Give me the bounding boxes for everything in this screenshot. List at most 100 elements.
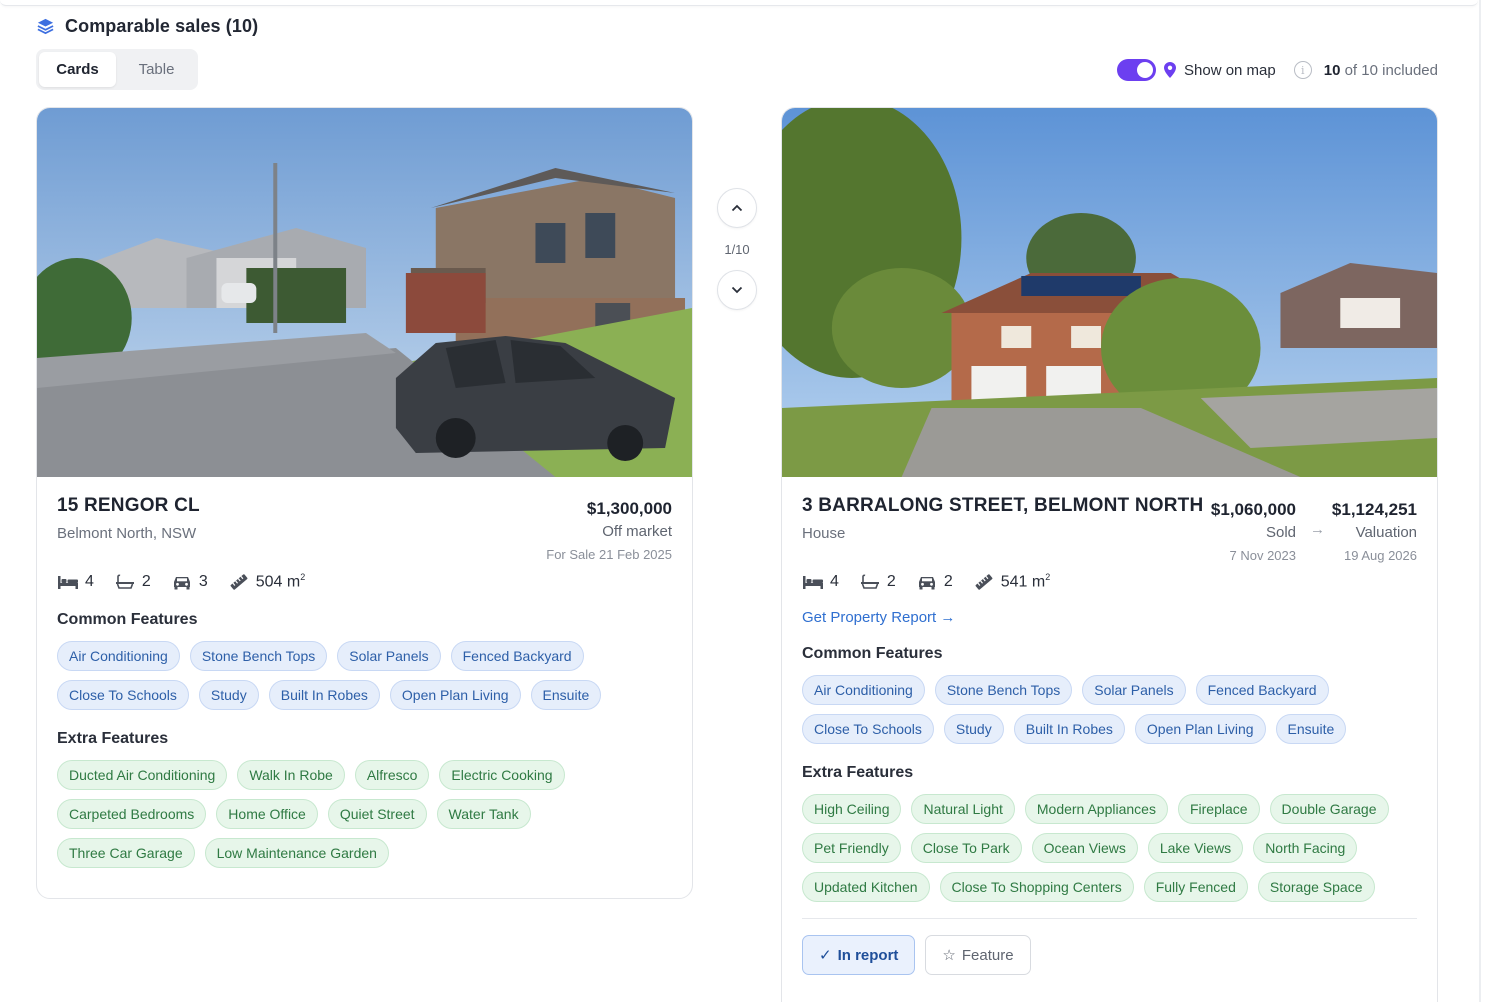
stat-beds: 4: [57, 573, 94, 591]
land-size-value: 504 m: [255, 573, 301, 591]
sale-status: Off market: [602, 523, 672, 540]
property-stats: 4 2 2 541 m2: [802, 571, 1417, 593]
page-title: Comparable sales (10): [65, 15, 259, 36]
extra-feature-chip: Home Office: [216, 799, 318, 829]
extra-feature-chip: Natural Light: [911, 794, 1015, 824]
feature-chip: Built In Robes: [268, 680, 380, 710]
feature-chip: Close To Schools: [57, 680, 189, 710]
valuation-price: $1,124,251: [1331, 500, 1417, 519]
feature-chip: Air Conditioning: [57, 641, 180, 671]
property-card[interactable]: 3 BARRALONG STREET, BELMONT NORTH House …: [781, 107, 1438, 1002]
feature-chip: Study: [198, 680, 259, 710]
ruler-icon: [975, 574, 993, 590]
extra-feature-chip: Ocean Views: [1031, 833, 1138, 863]
show-on-map-toggle[interactable]: [1117, 59, 1156, 81]
extra-feature-chip: Modern Appliances: [1024, 794, 1168, 824]
feature-chip: Open Plan Living: [1134, 714, 1266, 744]
view-toggle: Cards Table: [36, 49, 198, 90]
cars-count: 2: [943, 573, 953, 590]
get-property-report-link[interactable]: Get Property Report →: [802, 609, 955, 626]
card-actions: ✓ In report ☆ Feature: [802, 935, 1417, 975]
extra-feature-chip: Double Garage: [1269, 794, 1389, 824]
extra-feature-chip: North Facing: [1253, 833, 1358, 863]
pager-counter: 1/10: [724, 242, 750, 257]
extra-features-title: Extra Features: [802, 764, 914, 781]
extra-feature-chip: Fully Fenced: [1143, 872, 1248, 902]
feature-chip: Close To Schools: [802, 714, 934, 744]
bed-icon: [803, 576, 823, 589]
in-report-label: In report: [837, 946, 899, 964]
feature-chip: Solar Panels: [1082, 675, 1186, 705]
cars-count: 3: [198, 573, 208, 590]
extra-feature-chip: Pet Friendly: [802, 833, 901, 863]
bath-icon: [115, 574, 134, 589]
card-body: 15 RENGOR CL Belmont North, NSW $1,300,0…: [37, 477, 692, 868]
tab-table[interactable]: Table: [118, 52, 195, 87]
feature-chip: Fenced Backyard: [450, 641, 584, 671]
feature-button[interactable]: ☆ Feature: [925, 935, 1031, 975]
car-icon: [173, 577, 190, 590]
card-body: 3 BARRALONG STREET, BELMONT NORTH House …: [782, 477, 1437, 975]
scroll-edge: [1479, 0, 1481, 1002]
baths-count: 2: [886, 573, 896, 590]
map-controls: Show on map i 10 of 10 included: [1117, 58, 1438, 82]
common-features-title: Common Features: [57, 611, 198, 628]
tab-cards[interactable]: Cards: [39, 52, 116, 87]
common-features-list: Air Conditioning Stone Bench Tops Solar …: [57, 641, 672, 710]
beds-count: 4: [85, 573, 94, 590]
feature-chip: Solar Panels: [337, 641, 441, 671]
chevron-up-icon: [731, 204, 743, 212]
stat-cars: 2: [916, 573, 953, 591]
extra-feature-chip: Low Maintenance Garden: [204, 838, 389, 868]
common-features-list: Air Conditioning Stone Bench Tops Solar …: [802, 675, 1417, 744]
property-photo: [37, 108, 692, 477]
extra-feature-chip: Lake Views: [1147, 833, 1244, 863]
included-count: 10 of 10 included: [1324, 62, 1438, 79]
stat-land: 504 m2: [228, 572, 305, 591]
feature-chip: Ensuite: [530, 680, 602, 710]
sale-date: 7 Nov 2023: [1229, 548, 1297, 563]
sold-price: $1,060,000: [1210, 500, 1296, 519]
layers-icon: [37, 18, 54, 34]
show-on-map-label[interactable]: Show on map: [1184, 62, 1276, 79]
extra-feature-chip: Storage Space: [1257, 872, 1375, 902]
actions-divider: [802, 918, 1417, 919]
next-button[interactable]: [717, 270, 757, 310]
land-size-value: 541 m: [1000, 573, 1046, 591]
feature-chip: Stone Bench Tops: [189, 641, 328, 671]
land-size: 504 m2: [256, 572, 305, 591]
extra-feature-chip: Fireplace: [1177, 794, 1260, 824]
extra-feature-chip: Water Tank: [436, 799, 531, 829]
feature-chip: Study: [943, 714, 1004, 744]
feature-chip: Built In Robes: [1013, 714, 1125, 744]
feature-chip: Stone Bench Tops: [934, 675, 1073, 705]
baths-count: 2: [141, 573, 151, 590]
car-icon: [918, 577, 935, 590]
land-size-unit-sup: 2: [300, 572, 306, 583]
property-address[interactable]: 3 BARRALONG STREET, BELMONT NORTH: [802, 495, 1417, 517]
feature-chip: Open Plan Living: [389, 680, 521, 710]
feature-chip: Air Conditioning: [802, 675, 925, 705]
previous-button[interactable]: [717, 188, 757, 228]
property-price: $1,300,000: [586, 499, 672, 518]
info-icon[interactable]: i: [1293, 61, 1312, 79]
feature-label: Feature: [961, 946, 1014, 964]
ruler-icon: [230, 574, 248, 590]
stat-baths: 2: [859, 573, 896, 591]
stat-beds: 4: [802, 573, 839, 591]
sale-status: Sold: [1265, 524, 1296, 541]
property-card[interactable]: 15 RENGOR CL Belmont North, NSW $1,300,0…: [36, 107, 693, 899]
extra-features-title: Extra Features: [57, 730, 169, 747]
stat-land: 541 m2: [973, 572, 1050, 591]
property-photo: [782, 108, 1437, 477]
sold-price-block: $1,060,000 Sold 7 Nov 2023: [1211, 500, 1296, 563]
in-report-button[interactable]: ✓ In report: [802, 935, 916, 975]
valuation-label: Valuation: [1355, 524, 1417, 541]
bed-icon: [58, 576, 78, 589]
land-size: 541 m2: [1001, 572, 1050, 591]
bath-icon: [860, 574, 879, 589]
price-block: $1,300,000 Off market For Sale 21 Feb 20…: [546, 499, 672, 562]
extra-feature-chip: Carpeted Bedrooms: [57, 799, 207, 829]
extra-feature-chip: Close To Park: [910, 833, 1022, 863]
extra-feature-chip: Quiet Street: [327, 799, 427, 829]
